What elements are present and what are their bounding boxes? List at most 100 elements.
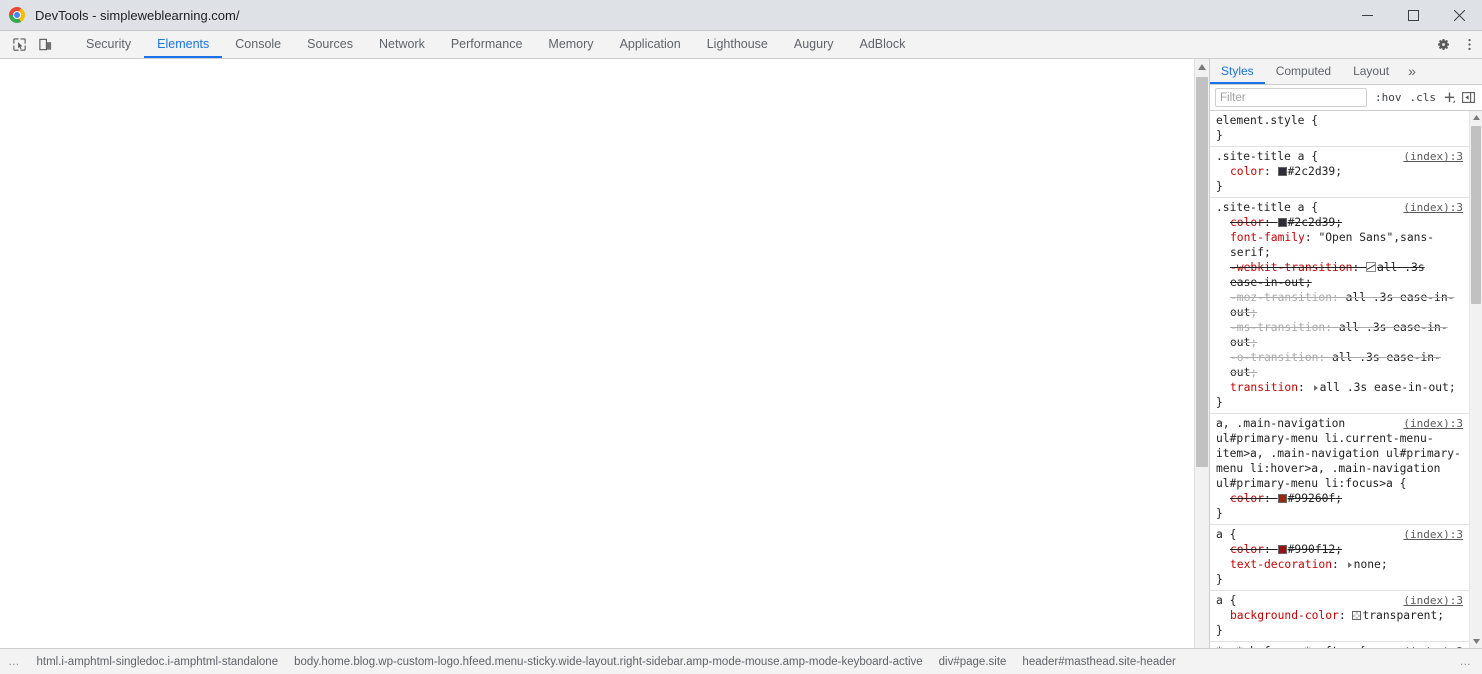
dom-node-doctype[interactable]: <!DOCTYPE html> — [0, 113, 1209, 130]
css-rule-element-style[interactable]: element.style { } — [1210, 111, 1469, 147]
css-rule-site-title-a-1[interactable]: (index):3 .site-title a { color: #2c2d39;… — [1210, 147, 1469, 198]
css-value[interactable]: #2c2d39 — [1288, 165, 1336, 178]
css-rules-list[interactable]: element.style { } (index):3 .site-title a… — [1210, 111, 1482, 648]
color-swatch[interactable] — [1277, 545, 1287, 554]
css-property[interactable]: color — [1230, 543, 1264, 556]
css-declaration[interactable]: background-color: transparent; — [1216, 608, 1463, 623]
css-declaration[interactable]: -moz-transition: all .3s ease-in-out; — [1216, 290, 1463, 320]
css-property[interactable]: font-family — [1230, 231, 1305, 244]
css-property[interactable]: -moz-transition — [1230, 291, 1332, 304]
easing-curve-icon[interactable] — [1366, 262, 1377, 272]
color-swatch[interactable] — [1277, 218, 1287, 227]
tab-performance[interactable]: Performance — [438, 31, 536, 58]
scrollbar-thumb[interactable] — [1471, 126, 1481, 304]
color-swatch[interactable] — [1277, 494, 1287, 503]
tab-memory[interactable]: Memory — [535, 31, 606, 58]
breadcrumb-item-div-page[interactable]: div#page.site — [931, 656, 1015, 668]
css-rule-a-2[interactable]: (index):3 a { background-color: transpare… — [1210, 591, 1469, 642]
css-declaration[interactable]: -webkit-transition: all .3s ease-in-out; — [1216, 260, 1463, 290]
rule-selector[interactable]: .site-title a — [1216, 201, 1304, 214]
scroll-up-icon[interactable] — [1195, 59, 1209, 74]
tab-layout[interactable]: Layout — [1342, 59, 1400, 84]
dom-tree-pane[interactable]: <!DOCTYPE html> <html lang="en-US" amp i… — [0, 59, 1210, 648]
css-property[interactable]: text-decoration — [1230, 558, 1332, 571]
tab-network[interactable]: Network — [366, 31, 438, 58]
tab-augury[interactable]: Augury — [781, 31, 847, 58]
scroll-up-icon[interactable] — [1470, 111, 1482, 124]
dom-tree-scrollbar[interactable] — [1194, 59, 1209, 648]
breadcrumb-overflow-left[interactable]: … — [0, 656, 29, 668]
dom-node-skip-link[interactable]: <a class="skip-link screen-reader-text" … — [0, 623, 1209, 640]
tab-security[interactable]: Security — [73, 31, 144, 58]
breadcrumb-item-html[interactable]: html.i-amphtml-singledoc.i-amphtml-stand… — [29, 656, 287, 668]
kebab-menu-icon[interactable] — [1456, 32, 1482, 58]
css-declaration[interactable]: color: #2c2d39; — [1216, 215, 1463, 230]
dom-node-html[interactable]: <html lang="en-US" amp i-amphtml-layout … — [0, 181, 1209, 198]
css-property[interactable]: color — [1230, 165, 1264, 178]
css-property[interactable]: color — [1230, 492, 1264, 505]
tab-console[interactable]: Console — [222, 31, 294, 58]
css-rule-site-title-a-2[interactable]: (index):3 .site-title a { color: #2c2d39;… — [1210, 198, 1469, 414]
css-declaration[interactable]: text-decoration: none; — [1216, 557, 1463, 572]
close-button[interactable] — [1436, 0, 1482, 31]
css-declaration[interactable]: -ms-transition: all .3s ease-in-out; — [1216, 320, 1463, 350]
scroll-down-icon[interactable] — [1470, 635, 1482, 648]
css-property[interactable]: -webkit-transition — [1230, 261, 1352, 274]
toggle-sidebar-icon[interactable] — [1459, 91, 1478, 104]
more-tabs-icon[interactable]: » — [1400, 59, 1424, 84]
tab-lighthouse[interactable]: Lighthouse — [694, 31, 781, 58]
hov-button[interactable]: :hov — [1371, 91, 1406, 104]
css-property[interactable]: color — [1230, 216, 1264, 229]
rule-origin[interactable]: (index):3 — [1403, 593, 1463, 608]
rule-origin[interactable]: (index):3 — [1403, 200, 1463, 215]
scrollbar-thumb[interactable] — [1196, 77, 1208, 467]
css-declaration[interactable]: color: #990f12; — [1216, 542, 1463, 557]
color-swatch[interactable] — [1277, 167, 1287, 176]
expand-arrow-icon[interactable] — [1347, 562, 1352, 568]
css-property[interactable]: -o-transition — [1230, 351, 1318, 364]
css-value[interactable]: all .3s ease-in-out — [1320, 381, 1449, 394]
css-declaration[interactable]: transition: all .3s ease-in-out; — [1216, 380, 1463, 395]
css-value[interactable]: #990f12 — [1288, 543, 1336, 556]
rule-origin[interactable]: (index):3 — [1403, 527, 1463, 542]
css-property[interactable]: transition — [1230, 381, 1298, 394]
device-toolbar-icon[interactable] — [32, 32, 58, 58]
css-rule-main-navigation[interactable]: (index):3 a, .main-navigation ul#primary-… — [1210, 414, 1469, 525]
plus-icon[interactable] — [1440, 91, 1459, 104]
tab-application[interactable]: Application — [607, 31, 694, 58]
tab-adblock[interactable]: AdBlock — [847, 31, 919, 58]
css-value[interactable]: none — [1354, 558, 1381, 571]
css-value[interactable]: transparent — [1362, 609, 1437, 622]
dom-node-head[interactable]: <head>…</head> — [0, 249, 1209, 266]
styles-scrollbar[interactable] — [1469, 111, 1482, 648]
css-rule-universal[interactable]: (index):3*, *:before, *:after { box-sizi… — [1210, 642, 1469, 648]
maximize-button[interactable] — [1390, 0, 1436, 31]
rule-selector[interactable]: a — [1216, 594, 1223, 607]
cls-button[interactable]: .cls — [1406, 91, 1441, 104]
css-declaration[interactable]: -o-transition: all .3s ease-in-out; — [1216, 350, 1463, 380]
inspect-element-icon[interactable] — [6, 32, 32, 58]
rule-selector[interactable]: *, *:before, *:after — [1216, 645, 1352, 648]
css-declaration[interactable]: color: #2c2d39; — [1216, 164, 1463, 179]
rule-origin[interactable]: (index):3 — [1403, 149, 1463, 164]
gear-icon[interactable] — [1430, 32, 1456, 58]
breadcrumb-item-body[interactable]: body.home.blog.wp-custom-logo.hfeed.menu… — [286, 656, 931, 668]
css-rule-a-1[interactable]: (index):3 a { color: #990f12; text-decora… — [1210, 525, 1469, 591]
expand-arrow-icon[interactable] — [1313, 385, 1318, 391]
breadcrumb-item-header-masthead[interactable]: header#masthead.site-header — [1014, 656, 1183, 668]
tab-styles[interactable]: Styles — [1210, 59, 1265, 84]
dom-node-amp-analytics[interactable]: <amp-analytics type="gtag" data-credenti… — [0, 436, 1209, 453]
css-value[interactable]: #2c2d39 — [1288, 216, 1336, 229]
tab-computed[interactable]: Computed — [1265, 59, 1342, 84]
css-property[interactable]: -ms-transition — [1230, 321, 1325, 334]
dom-node-div-page[interactable]: <div id="page" class="site"> — [0, 555, 1209, 572]
rule-origin[interactable]: (index):3 — [1403, 416, 1463, 431]
tab-sources[interactable]: Sources — [294, 31, 366, 58]
rule-origin[interactable]: (index):3 — [1403, 644, 1463, 648]
css-declaration[interactable]: color: #99260f; — [1216, 491, 1463, 506]
tab-elements[interactable]: Elements — [144, 31, 223, 58]
color-swatch[interactable] — [1352, 611, 1362, 620]
filter-input[interactable] — [1215, 88, 1367, 107]
css-property[interactable]: background-color — [1230, 609, 1339, 622]
css-declaration[interactable]: font-family: "Open Sans",sans-serif; — [1216, 230, 1463, 260]
